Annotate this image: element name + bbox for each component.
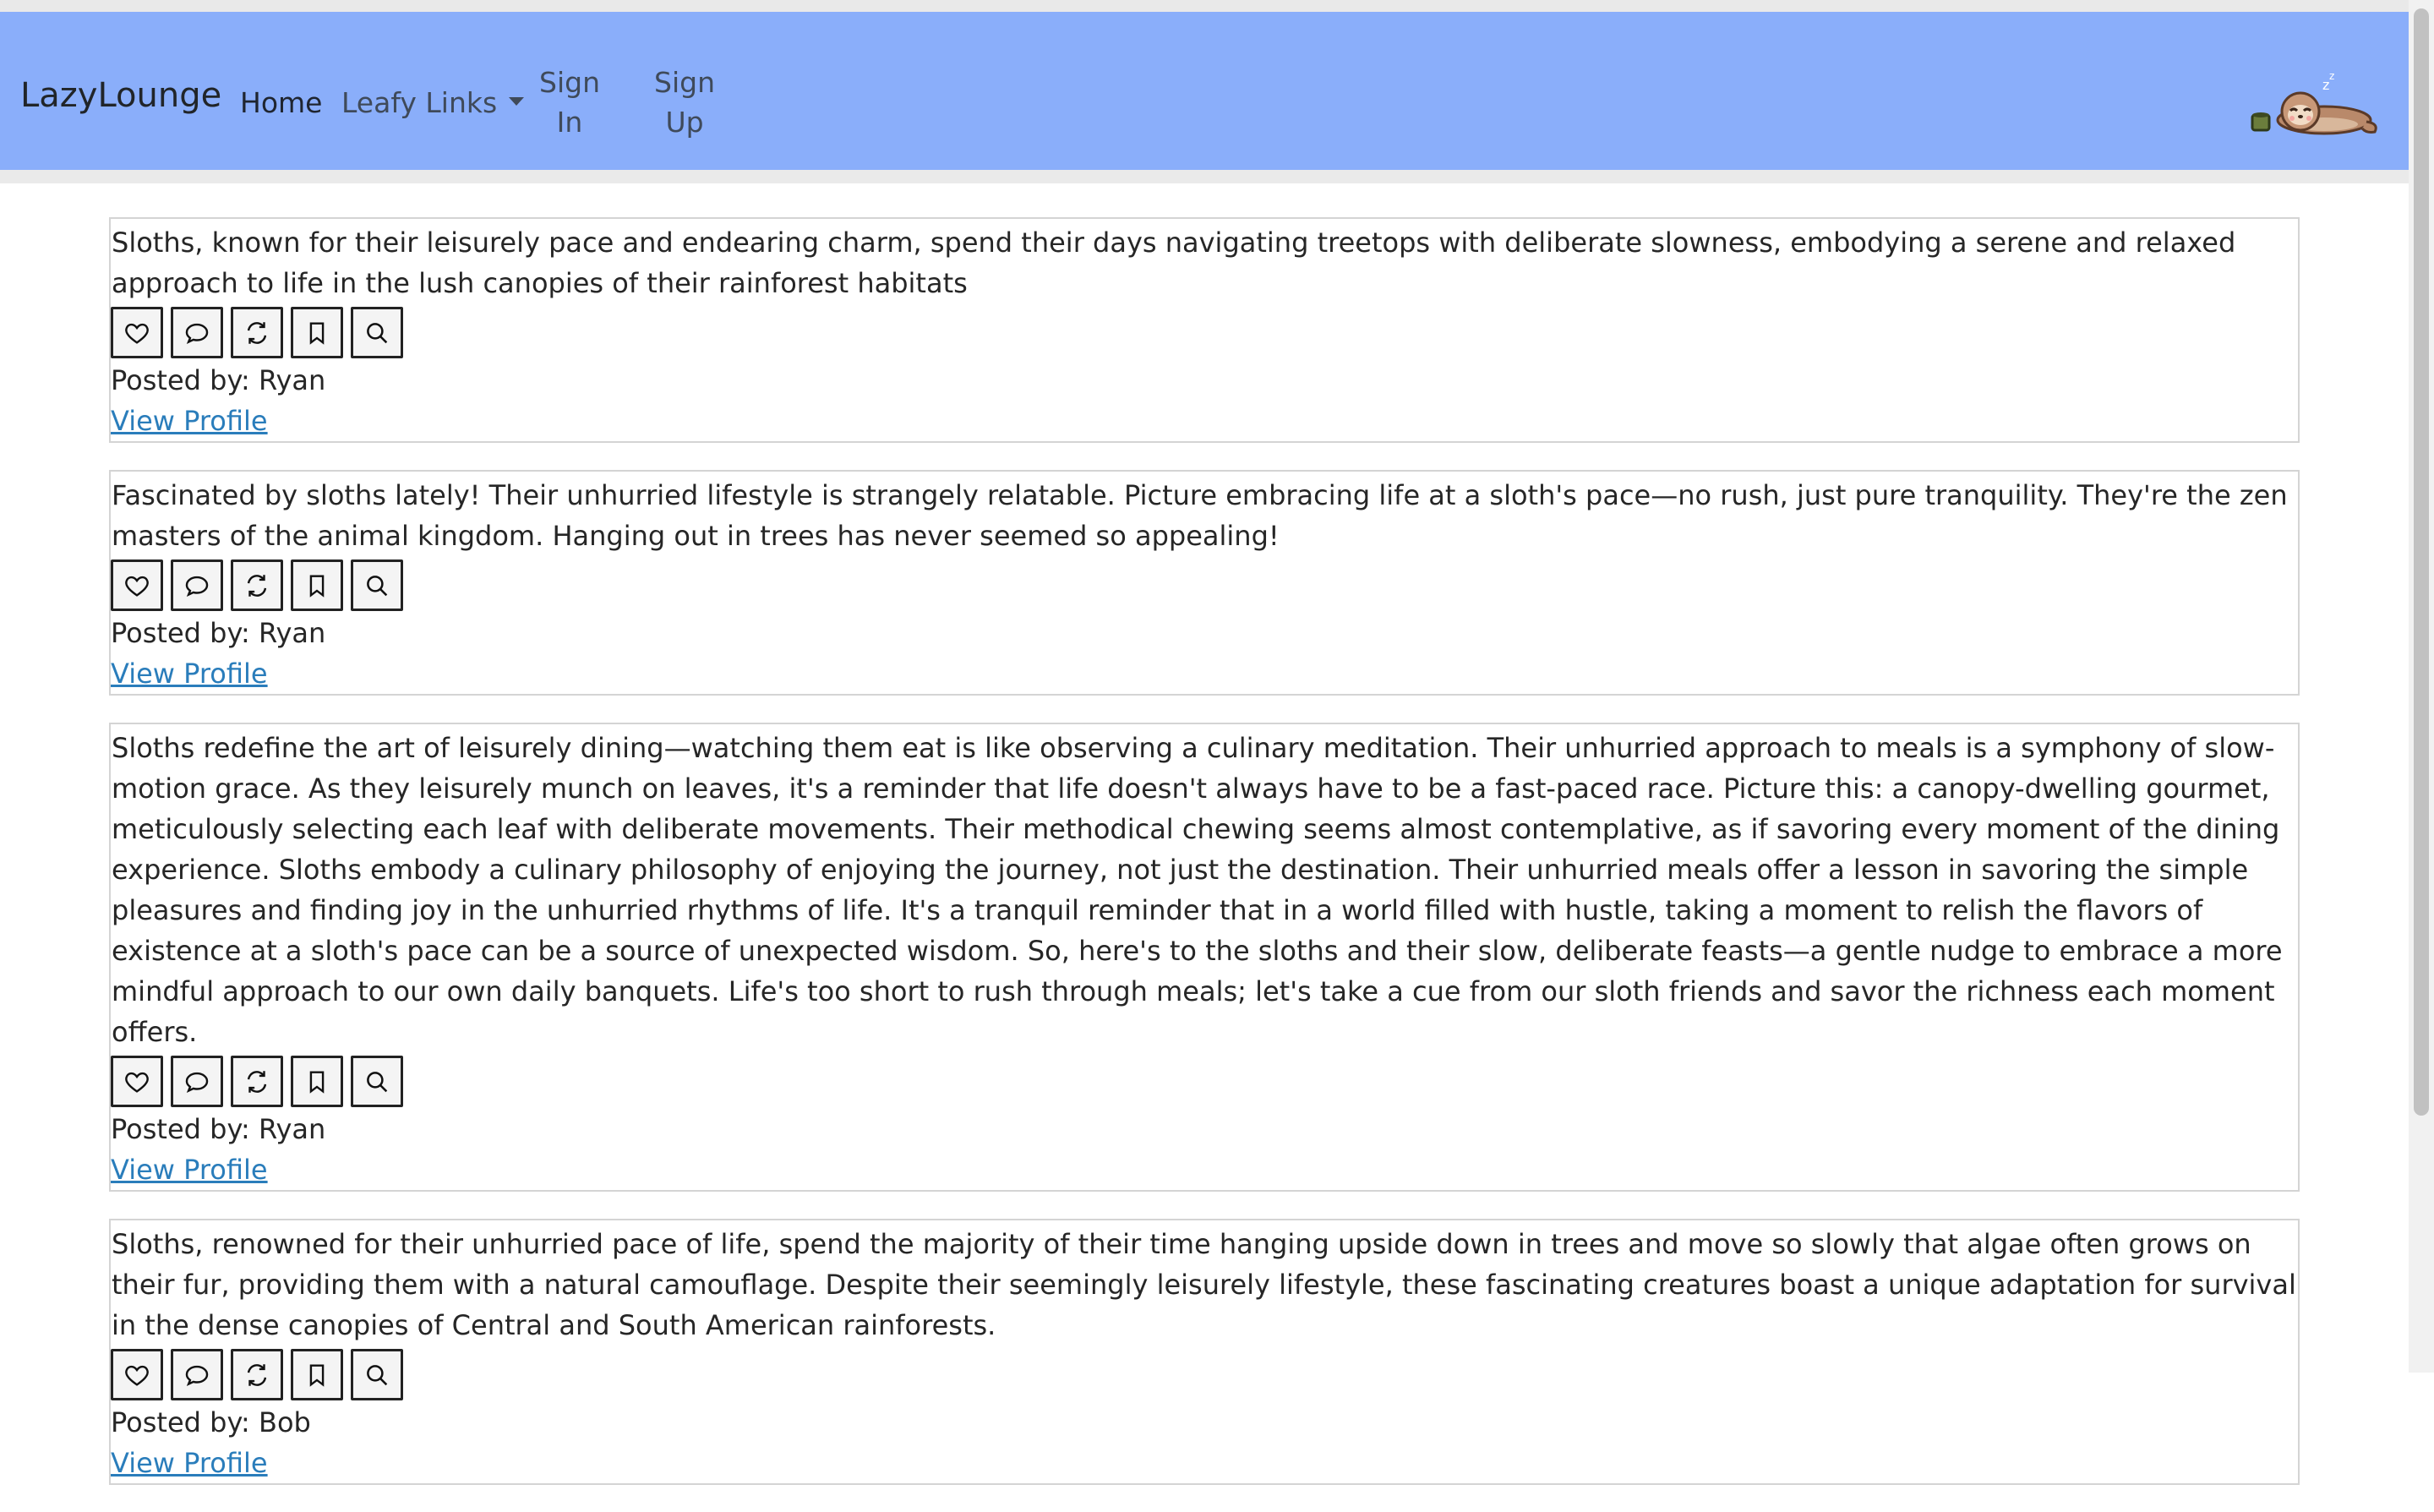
- like-button[interactable]: [111, 307, 163, 358]
- bookmark-button[interactable]: [291, 1349, 343, 1400]
- post-feed: Sloths, known for their leisurely pace a…: [109, 217, 2300, 1512]
- comment-button[interactable]: [171, 1349, 223, 1400]
- repost-button[interactable]: [231, 1349, 283, 1400]
- view-profile-link[interactable]: View Profile: [111, 653, 268, 694]
- scrollbar-thumb[interactable]: [2414, 8, 2429, 1116]
- view-profile-link[interactable]: View Profile: [111, 1149, 268, 1190]
- heart-icon: [125, 323, 149, 344]
- like-button[interactable]: [111, 1056, 163, 1107]
- search-button[interactable]: [351, 1056, 403, 1107]
- like-button[interactable]: [111, 559, 163, 611]
- browser-top-strip: [0, 0, 2434, 12]
- post-text: Fascinated by sloths lately! Their unhur…: [112, 479, 2288, 552]
- bookmark-icon: [309, 574, 325, 598]
- search-icon: [367, 322, 388, 343]
- nav-home-link[interactable]: Home: [240, 83, 322, 123]
- repost-button[interactable]: [231, 307, 283, 358]
- comment-icon: [185, 323, 209, 344]
- bookmark-icon: [309, 1363, 325, 1387]
- comment-icon: [185, 1072, 209, 1093]
- sleeping-sloth-icon: z z: [2251, 70, 2377, 135]
- nav-sign-in-link[interactable]: Sign In: [536, 63, 603, 142]
- comment-button[interactable]: [171, 1056, 223, 1107]
- bookmark-button[interactable]: [291, 559, 343, 611]
- comment-icon: [185, 1365, 209, 1386]
- bookmark-button[interactable]: [291, 1056, 343, 1107]
- navbar: LazyLounge Home Leafy Links Sign In Sign…: [0, 12, 2409, 170]
- heart-icon: [125, 1365, 149, 1386]
- post-card: Sloths, renowned for their unhurried pac…: [109, 1219, 2300, 1485]
- search-button[interactable]: [351, 307, 403, 358]
- post-actions: [111, 1056, 2298, 1107]
- post-text: Sloths redefine the art of leisurely din…: [112, 732, 2283, 1048]
- caret-down-icon: [509, 97, 525, 106]
- search-button[interactable]: [351, 1349, 403, 1400]
- comment-button[interactable]: [171, 559, 223, 611]
- search-icon: [367, 1071, 388, 1092]
- post-card: Fascinated by sloths lately! Their unhur…: [109, 470, 2300, 696]
- brand-logo-text[interactable]: LazyLounge: [20, 76, 221, 115]
- post-text: Sloths, known for their leisurely pace a…: [112, 227, 2236, 299]
- like-button[interactable]: [111, 1349, 163, 1400]
- search-icon: [367, 1364, 388, 1385]
- bookmark-button[interactable]: [291, 307, 343, 358]
- post-actions: [111, 1349, 2298, 1400]
- repost-icon: [247, 574, 267, 597]
- posted-by: Posted by: Ryan: [111, 364, 326, 396]
- post-card: Sloths, known for their leisurely pace a…: [109, 217, 2300, 443]
- bookmark-icon: [309, 1070, 325, 1094]
- posted-by: Posted by: Ryan: [111, 617, 326, 649]
- view-profile-link[interactable]: View Profile: [111, 401, 268, 441]
- view-profile-link[interactable]: View Profile: [111, 1443, 268, 1483]
- heart-icon: [125, 576, 149, 597]
- heart-icon: [125, 1072, 149, 1093]
- repost-icon: [247, 1070, 267, 1093]
- nav-sign-up-link[interactable]: Sign Up: [651, 63, 718, 142]
- search-button[interactable]: [351, 559, 403, 611]
- nav-leafy-links-dropdown[interactable]: Leafy Links: [341, 83, 525, 123]
- repost-icon: [247, 1363, 267, 1386]
- post-actions: [111, 307, 2298, 358]
- comment-button[interactable]: [171, 307, 223, 358]
- repost-icon: [247, 321, 267, 344]
- posted-by: Posted by: Bob: [111, 1406, 311, 1438]
- search-icon: [367, 575, 388, 596]
- post-card: Sloths redefine the art of leisurely din…: [109, 723, 2300, 1192]
- nav-leafy-links-label: Leafy Links: [341, 86, 498, 119]
- navbar-shadow: [0, 170, 2409, 183]
- posted-by: Posted by: Ryan: [111, 1113, 326, 1145]
- comment-icon: [185, 576, 209, 597]
- repost-button[interactable]: [231, 559, 283, 611]
- post-text: Sloths, renowned for their unhurried pac…: [112, 1228, 2296, 1341]
- repost-button[interactable]: [231, 1056, 283, 1107]
- post-actions: [111, 559, 2298, 611]
- bookmark-icon: [309, 321, 325, 345]
- svg-text:z: z: [2329, 70, 2334, 82]
